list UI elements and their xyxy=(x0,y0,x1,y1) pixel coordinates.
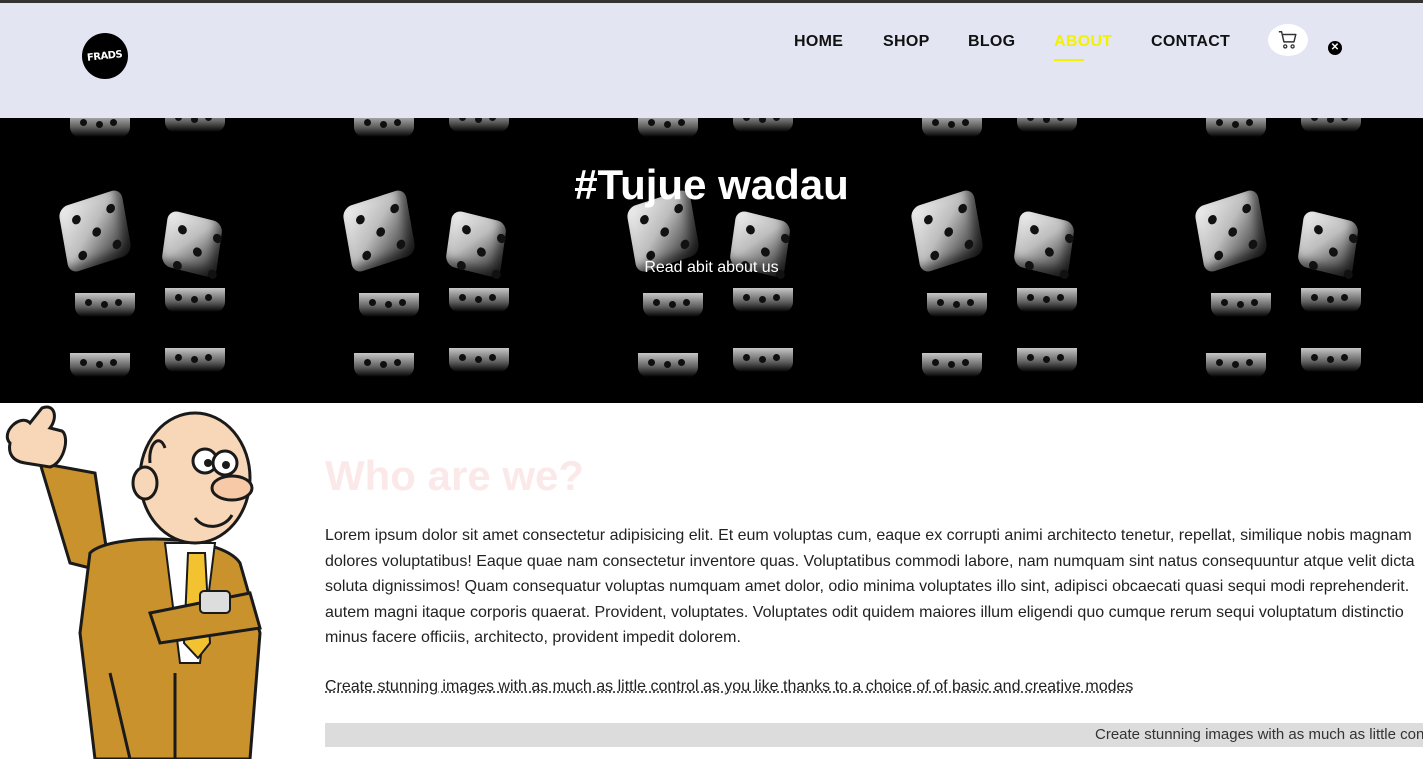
site-header: FRADS HOME SHOP BLOG ABOUT CONTACT ✕ xyxy=(0,3,1423,118)
die-reflection xyxy=(1301,118,1361,132)
die-reflection xyxy=(643,293,703,317)
die-reflection xyxy=(1206,353,1266,377)
die-reflection xyxy=(733,288,793,312)
marquee-text: Create stunning images with as much as l… xyxy=(1095,726,1423,743)
die-reflection xyxy=(354,118,414,137)
dice-tile xyxy=(0,118,284,348)
dice-tile xyxy=(1136,348,1420,403)
dice-tile xyxy=(0,348,284,403)
paragraph-line: minus facere officiis, architecto, provi… xyxy=(325,629,741,646)
dice-tile xyxy=(284,348,568,403)
die-reflection xyxy=(449,348,509,372)
die-reflection xyxy=(1301,348,1361,372)
dice-tile xyxy=(284,118,568,348)
die-reflection xyxy=(638,118,698,137)
nav-about[interactable]: ABOUT xyxy=(1054,33,1112,61)
paragraph-line: Lorem ipsum dolor sit amet consectetur a… xyxy=(325,527,1412,544)
nav-shop[interactable]: SHOP xyxy=(883,33,930,51)
die-reflection xyxy=(449,288,509,312)
die-reflection xyxy=(359,293,419,317)
hero-title: #Tujue wadau xyxy=(574,161,849,208)
die-reflection xyxy=(449,118,509,132)
dice-tile xyxy=(568,348,852,403)
cart-icon xyxy=(1278,31,1297,49)
paragraph-line: soluta dignissimos! Quam consequatur vol… xyxy=(325,578,1410,595)
die-reflection xyxy=(70,118,130,137)
paragraph-line: autem magni itaque corporis quaerat. Pro… xyxy=(325,603,1404,621)
dice-tile xyxy=(852,348,1136,403)
die-reflection xyxy=(927,293,987,317)
about-paragraph: Lorem ipsum dolor sit amet consectetur a… xyxy=(325,523,1423,651)
die-reflection xyxy=(1017,288,1077,312)
die-reflection xyxy=(165,118,225,132)
die-reflection xyxy=(733,118,793,132)
die-reflection xyxy=(733,348,793,372)
feature-link[interactable]: Create stunning images with as much as l… xyxy=(325,677,1133,697)
hero-banner: #Tujue wadau Read abit about us xyxy=(0,118,1423,403)
nav-contact[interactable]: CONTACT xyxy=(1151,33,1230,51)
die-reflection xyxy=(1017,348,1077,372)
die-reflection xyxy=(165,288,225,312)
die-reflection xyxy=(638,353,698,377)
paragraph-line: dolores voluptatibus! Eaque quae nam con… xyxy=(325,552,1415,570)
nav-blog[interactable]: BLOG xyxy=(968,33,1015,51)
hero-subtitle: Read abit about us xyxy=(644,259,779,276)
die-reflection xyxy=(1017,118,1077,132)
dice-tile xyxy=(1136,118,1420,348)
scrolling-marquee: Create stunning images with as much as l… xyxy=(325,723,1423,747)
die-reflection xyxy=(1211,293,1271,317)
die-reflection xyxy=(1301,288,1361,312)
dice-tile xyxy=(568,118,852,348)
die-reflection xyxy=(922,353,982,377)
die-reflection xyxy=(922,118,982,137)
dice-tile xyxy=(852,118,1136,348)
die-reflection xyxy=(1206,118,1266,137)
die-reflection xyxy=(354,353,414,377)
main-nav: HOME SHOP BLOG ABOUT CONTACT xyxy=(0,33,1423,63)
businessman-illustration xyxy=(0,403,300,759)
die-reflection xyxy=(70,353,130,377)
section-heading: Who are we? xyxy=(325,452,585,499)
nav-home[interactable]: HOME xyxy=(794,33,843,51)
close-icon[interactable]: ✕ xyxy=(1328,41,1342,55)
die-reflection xyxy=(75,293,135,317)
die-reflection xyxy=(165,348,225,372)
cart-button[interactable] xyxy=(1268,24,1308,56)
